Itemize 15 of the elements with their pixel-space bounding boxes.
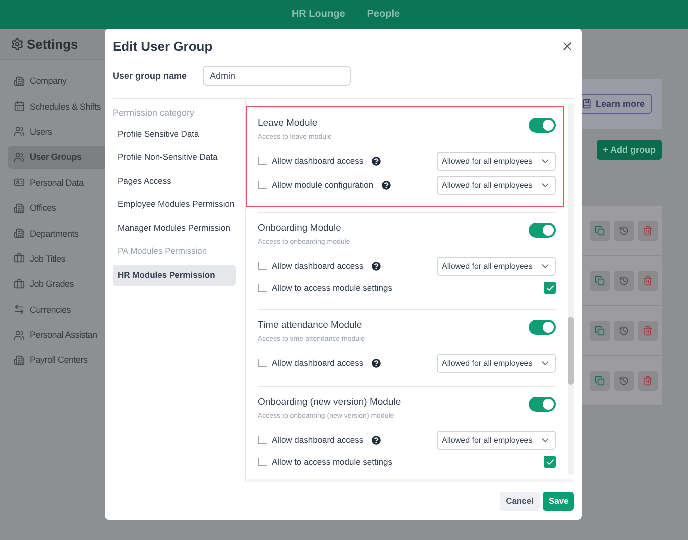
settings-title: Settings <box>27 36 78 52</box>
permission-label: Allow module configuration <box>272 180 374 190</box>
module-title: Leave Module <box>258 118 319 129</box>
permission-label: Allow dashboard access <box>272 261 364 271</box>
permission-label: Allow dashboard access <box>272 156 364 166</box>
module-title: Onboarding Module <box>258 223 342 234</box>
module-title: Onboarding (new version) Module <box>258 397 402 408</box>
permission-label: Allow dashboard access <box>272 435 364 445</box>
permission-label: Allow to access module settings <box>272 283 392 293</box>
group-name-label: User group name <box>113 70 188 80</box>
permission-label: Allow to access module settings <box>272 457 392 467</box>
dialog-title: Edit User Group <box>113 39 213 54</box>
permission-label: Allow dashboard access <box>272 358 364 368</box>
category-heading: Permission category <box>113 108 196 118</box>
module-title: Time attendance Module <box>258 320 364 331</box>
